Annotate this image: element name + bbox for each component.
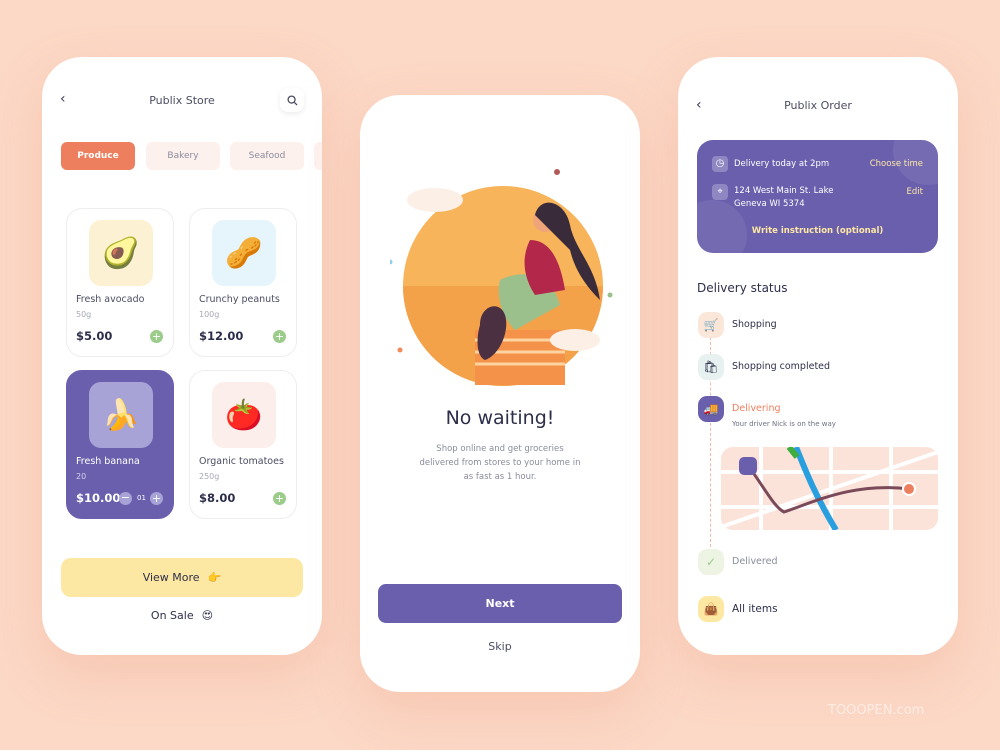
- product-price: $5.00: [76, 329, 113, 343]
- product-weight: 50g: [76, 310, 92, 319]
- onboarding-screen: No waiting! Shop online and get grocerie…: [360, 95, 640, 692]
- product-name: Fresh banana: [76, 456, 140, 467]
- heart-eyes-icon: 😍: [201, 609, 214, 622]
- product-card-banana[interactable]: 🍌 Fresh banana 20 $10.00 − 01 +: [66, 370, 174, 519]
- category-bakery[interactable]: Bakery: [146, 142, 220, 170]
- page-title: Publix Order: [784, 99, 852, 112]
- on-sale-link[interactable]: On Sale 😍: [42, 609, 322, 622]
- product-price: $10.00: [76, 491, 121, 505]
- search-icon: [286, 94, 298, 106]
- clock-icon: ◷: [712, 156, 728, 172]
- onboarding-description: Shop online and get groceries delivered …: [419, 444, 581, 482]
- on-sale-label: On Sale: [150, 609, 194, 622]
- category-produce[interactable]: Produce: [61, 142, 135, 170]
- product-weight: 100g: [199, 310, 220, 319]
- product-name: Crunchy peanuts: [199, 294, 280, 305]
- product-card-peanuts[interactable]: 🥜 Crunchy peanuts 100g $12.00 +: [189, 208, 297, 357]
- category-more[interactable]: [314, 142, 322, 170]
- category-seafood[interactable]: Seafood: [230, 142, 304, 170]
- onboarding-illustration: [390, 169, 613, 386]
- product-price: $12.00: [199, 329, 244, 343]
- next-button[interactable]: Next: [378, 584, 622, 623]
- status-shopping: Shopping: [732, 319, 777, 330]
- view-more-label: View More: [142, 571, 200, 584]
- delivery-status-heading: Delivery status: [697, 281, 788, 295]
- quantity-value: 01: [137, 494, 146, 502]
- decrease-button[interactable]: −: [119, 492, 132, 505]
- add-icon[interactable]: +: [150, 330, 163, 343]
- delivery-time: Delivery today at 2pm: [734, 159, 830, 169]
- pointing-hand-icon: 👉: [207, 571, 222, 584]
- product-card-tomatoes[interactable]: 🍅 Organic tomatoes 250g $8.00 +: [189, 370, 297, 519]
- delivery-address: 124 West Main St. Lake Geneva WI 5374: [734, 186, 834, 209]
- add-icon[interactable]: +: [273, 492, 286, 505]
- write-instruction-button[interactable]: Write instruction (optional): [697, 226, 938, 236]
- skip-button[interactable]: Skip: [360, 640, 640, 653]
- bag-icon: 🛍: [698, 354, 724, 380]
- all-items-link[interactable]: All items: [732, 603, 778, 615]
- view-more-button[interactable]: View More 👉: [61, 558, 303, 597]
- shopping-bag-icon: 👜: [698, 596, 724, 622]
- truck-icon: 🚚: [698, 396, 724, 422]
- peanuts-image: 🥜: [212, 220, 276, 286]
- choose-time-button[interactable]: Choose time: [870, 159, 923, 169]
- location-pin-icon: ⌖: [712, 184, 728, 200]
- product-price: $8.00: [199, 491, 236, 505]
- delivery-map[interactable]: [721, 447, 938, 530]
- banana-image: 🍌: [89, 382, 153, 448]
- avocado-image: 🥑: [89, 220, 153, 286]
- product-weight: 20: [76, 472, 87, 481]
- increase-button[interactable]: +: [150, 492, 163, 505]
- product-card-avocado[interactable]: 🥑 Fresh avocado 50g $5.00 +: [66, 208, 174, 357]
- delivery-info-card: ◷ Delivery today at 2pm Choose time ⌖ 12…: [697, 140, 938, 253]
- add-icon[interactable]: +: [273, 330, 286, 343]
- product-weight: 250g: [199, 472, 220, 481]
- search-button[interactable]: [280, 88, 304, 112]
- status-delivering-sub: Your driver Nick is on the way: [732, 420, 836, 428]
- watermark: TOOOPEN.com: [828, 703, 925, 718]
- tomatoes-image: 🍅: [212, 382, 276, 448]
- product-name: Fresh avocado: [76, 294, 145, 305]
- onboarding-heading: No waiting!: [445, 407, 555, 429]
- status-delivered: Delivered: [732, 556, 778, 567]
- status-shopping-completed: Shopping completed: [732, 361, 831, 372]
- order-screen: ‹ Publix Order ◷ Delivery today at 2pm C…: [678, 57, 958, 655]
- store-screen: ‹ Publix Store Produce Bakery Seafood 🥑 …: [42, 57, 322, 655]
- status-delivering: Delivering: [732, 403, 781, 414]
- check-icon: ✓: [698, 549, 724, 575]
- product-name: Organic tomatoes: [199, 456, 284, 467]
- edit-address-button[interactable]: Edit: [907, 187, 923, 197]
- cart-icon: 🛒: [698, 312, 724, 338]
